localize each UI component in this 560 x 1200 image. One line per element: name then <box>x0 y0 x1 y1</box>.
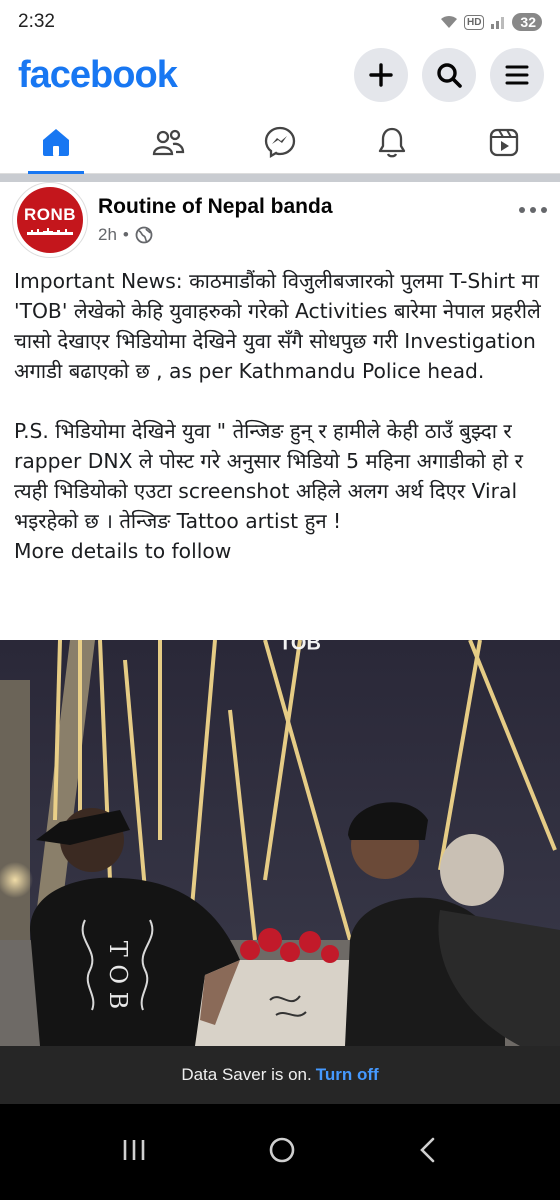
home-icon <box>43 128 69 156</box>
back-icon <box>420 1137 435 1162</box>
post-paragraph-3[interactable]: More details to follow <box>14 536 552 566</box>
header-actions <box>354 48 544 102</box>
wifi-icon <box>440 15 457 28</box>
plus-icon <box>369 63 393 87</box>
post-paragraph-2: P.S. भिडियोमा देखिने युवा " तेन्जिङ हुन्… <box>14 419 523 533</box>
search-button[interactable] <box>422 48 476 102</box>
avatar-text: RONB <box>23 205 77 224</box>
circle-home-icon <box>269 1137 295 1162</box>
tab-friends[interactable] <box>128 110 208 174</box>
menu-icon <box>505 65 529 85</box>
post-body: Important News: काठमाडौंको विजुलीबजारको … <box>14 266 552 566</box>
post-header: RONB Routine of Nepal banda 2h • <box>0 182 560 258</box>
facebook-logo[interactable]: facebook <box>18 54 178 97</box>
status-icons: HD 32 <box>440 13 542 31</box>
tab-home[interactable] <box>16 110 96 174</box>
home-system-button[interactable] <box>268 1136 296 1169</box>
feed-separator <box>0 174 560 182</box>
data-saver-bar: Data Saver is on. Turn off <box>0 1046 560 1104</box>
video-frame: T O B TOB <box>0 640 560 1046</box>
app-header: facebook <box>0 44 560 106</box>
battery-indicator: 32 <box>512 13 542 31</box>
search-icon <box>437 63 462 88</box>
meta-separator: • <box>122 225 129 244</box>
bell-icon <box>378 127 406 157</box>
friends-icon <box>152 129 185 155</box>
hd-badge: HD <box>463 14 485 30</box>
system-nav-bar <box>0 1104 560 1200</box>
status-bar: 2:32 HD 32 <box>0 0 560 44</box>
post-options-button[interactable] <box>518 194 548 220</box>
globe-icon <box>135 226 153 244</box>
create-button[interactable] <box>354 48 408 102</box>
recents-icon <box>123 1139 144 1160</box>
ronb-logo: RONB <box>17 187 83 253</box>
data-saver-message: Data Saver is on. <box>181 1065 312 1084</box>
tab-video[interactable] <box>464 110 544 174</box>
back-button[interactable] <box>417 1136 439 1169</box>
turn-off-button[interactable]: Turn off <box>316 1065 379 1085</box>
post-paragraph-1: Important News: काठमाडौंको विजुलीबजारको … <box>14 269 541 383</box>
recent-apps-button[interactable] <box>121 1138 147 1167</box>
skyline-icon <box>27 228 73 235</box>
post-meta: Routine of Nepal banda 2h • <box>98 195 333 245</box>
post-time[interactable]: 2h <box>98 225 117 245</box>
more-icon <box>519 207 547 213</box>
status-time: 2:32 <box>18 11 55 32</box>
page-name[interactable]: Routine of Nepal banda <box>98 195 333 219</box>
main-nav <box>0 110 560 174</box>
video-icon <box>489 128 519 156</box>
tab-notifications[interactable] <box>352 110 432 174</box>
messenger-icon <box>264 126 296 158</box>
post-subline: 2h • <box>98 225 333 245</box>
menu-button[interactable] <box>490 48 544 102</box>
post-video[interactable]: T O B TOB <box>0 640 560 1046</box>
page-avatar[interactable]: RONB <box>12 182 88 258</box>
shirt-print: T O B <box>104 941 132 1010</box>
tab-messenger[interactable] <box>240 110 320 174</box>
signal-icon <box>491 17 505 29</box>
media-caption-overlay: TOB <box>279 640 321 654</box>
